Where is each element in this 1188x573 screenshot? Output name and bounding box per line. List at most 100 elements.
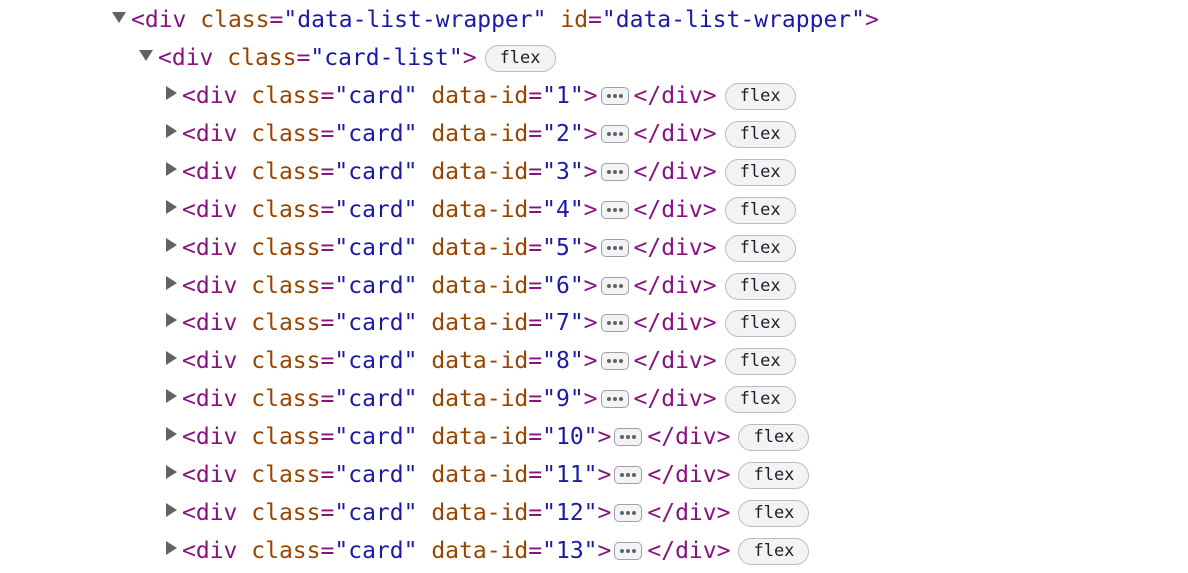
card-node[interactable]: < div class = "card" data-id = "6" > </div> flex — [166, 267, 796, 305]
collapse-triangle-icon[interactable] — [166, 86, 177, 100]
card-node[interactable]: < div class = "card" data-id = "7" > </div> flex — [166, 304, 796, 342]
tag-close: > — [583, 386, 598, 412]
card-node[interactable]: < div class = "card" data-id = "11" > </div> fle… — [166, 456, 810, 494]
data-id-value[interactable]: "6" — [542, 267, 584, 305]
attr-value[interactable]: "card" — [334, 418, 417, 456]
collapse-triangle-icon[interactable] — [166, 238, 177, 252]
flex-badge[interactable]: flex — [724, 385, 796, 413]
closing-tag: </div> — [633, 121, 717, 147]
ellipsis-icon[interactable] — [600, 314, 629, 332]
attr-value[interactable]: "card" — [334, 456, 417, 494]
ellipsis-icon[interactable] — [614, 542, 643, 560]
flex-badge[interactable]: flex — [724, 196, 796, 224]
ellipsis-icon[interactable] — [600, 125, 629, 143]
flex-badge[interactable]: flex — [724, 82, 796, 110]
collapse-triangle-icon[interactable] — [166, 276, 177, 290]
tag-name: div — [195, 273, 238, 299]
card-list-node[interactable]: < div class = "card-list" > flex — [139, 39, 556, 77]
attr-value[interactable]: "card" — [334, 494, 417, 532]
card-node[interactable]: < div class = "card" data-id = "9" > </div> flex — [166, 380, 796, 418]
card-node[interactable]: < div class = "card" data-id = "5" > </div> flex — [166, 229, 796, 267]
collapse-triangle-icon[interactable] — [166, 465, 177, 479]
data-id-value[interactable]: "3" — [542, 153, 584, 191]
tag-close: > — [583, 121, 598, 147]
flex-badge[interactable]: flex — [724, 309, 796, 337]
data-id-value[interactable]: "10" — [542, 418, 597, 456]
card-node[interactable]: < div class = "card" data-id = "12" > </div> fle… — [166, 494, 810, 532]
card-node[interactable]: < div class = "card" data-id = "8" > </div> flex — [166, 342, 796, 380]
tag-open: < — [182, 538, 196, 564]
collapse-triangle-icon[interactable] — [166, 162, 177, 176]
expand-triangle-icon[interactable] — [139, 49, 153, 61]
wrapper-node[interactable]: < div class = "data-list-wrapper" id = "data… — [112, 1, 879, 39]
collapse-triangle-icon[interactable] — [166, 124, 177, 138]
flex-badge[interactable]: flex — [484, 44, 556, 72]
card-node[interactable]: < div class = "card" data-id = "2" > </div> flex — [166, 115, 796, 153]
data-id-value[interactable]: "9" — [542, 380, 584, 418]
attr-value[interactable]: "card" — [334, 77, 417, 115]
tag-close: > — [597, 424, 612, 450]
attr-value[interactable]: "card" — [334, 115, 417, 153]
ellipsis-icon[interactable] — [614, 466, 643, 484]
ellipsis-icon[interactable] — [600, 390, 629, 408]
data-id-value[interactable]: "12" — [542, 494, 597, 532]
attr-value[interactable]: "card" — [334, 342, 417, 380]
attr-value[interactable]: "card" — [334, 153, 417, 191]
tag-name: div — [195, 424, 238, 450]
attr-name: class — [251, 197, 321, 223]
card-node[interactable]: < div class = "card" data-id = "4" > </div> flex — [166, 191, 796, 229]
data-id-value[interactable]: "1" — [542, 77, 584, 115]
card-node[interactable]: < div class = "card" data-id = "10" > </div> fle… — [166, 418, 810, 456]
ellipsis-icon[interactable] — [600, 352, 629, 370]
closing-tag: </div> — [647, 500, 731, 526]
flex-badge[interactable]: flex — [738, 461, 810, 489]
ellipsis-icon[interactable] — [600, 239, 629, 257]
attr-value[interactable]: "card" — [334, 304, 417, 342]
attr-value[interactable]: "card" — [334, 532, 417, 570]
ellipsis-icon[interactable] — [600, 87, 629, 105]
closing-tag: </div> — [633, 273, 717, 299]
attr-value[interactable]: "card-list" — [310, 39, 462, 77]
card-node[interactable]: < div class = "card" data-id = "3" > </div> flex — [166, 153, 796, 191]
attr-value[interactable]: "card" — [334, 191, 417, 229]
ellipsis-icon[interactable] — [614, 504, 643, 522]
ellipsis-icon[interactable] — [614, 428, 643, 446]
card-node[interactable]: < div class = "card" data-id = "13" > </div> fle… — [166, 532, 810, 570]
flex-badge[interactable]: flex — [724, 120, 796, 148]
flex-badge[interactable]: flex — [724, 347, 796, 375]
collapse-triangle-icon[interactable] — [166, 389, 177, 403]
data-id-value[interactable]: "4" — [542, 191, 584, 229]
collapse-triangle-icon[interactable] — [166, 313, 177, 327]
attr-name: data-id — [431, 235, 529, 261]
flex-badge[interactable]: flex — [738, 537, 810, 565]
data-id-value[interactable]: "13" — [542, 532, 597, 570]
data-id-value[interactable]: "2" — [542, 115, 584, 153]
attr-value[interactable]: "data-list-wrapper" — [602, 1, 865, 39]
collapse-triangle-icon[interactable] — [166, 351, 177, 365]
ellipsis-icon[interactable] — [600, 277, 629, 295]
collapse-triangle-icon[interactable] — [166, 541, 177, 555]
data-id-value[interactable]: "8" — [542, 342, 584, 380]
data-id-value[interactable]: "11" — [542, 456, 597, 494]
attr-value[interactable]: "card" — [334, 267, 417, 305]
expand-triangle-icon[interactable] — [112, 11, 126, 23]
ellipsis-icon[interactable] — [600, 163, 629, 181]
card-node[interactable]: < div class = "card" data-id = "1" > </div> flex — [166, 77, 796, 115]
flex-badge[interactable]: flex — [738, 499, 810, 527]
flex-badge[interactable]: flex — [738, 423, 810, 451]
closing-tag: </div> — [633, 159, 717, 185]
data-id-value[interactable]: "5" — [542, 229, 584, 267]
collapse-triangle-icon[interactable] — [166, 427, 177, 441]
attr-name: data-id — [431, 348, 529, 374]
attr-value[interactable]: "data-list-wrapper" — [283, 1, 546, 39]
flex-badge[interactable]: flex — [724, 234, 796, 262]
data-id-value[interactable]: "7" — [542, 304, 584, 342]
attr-name: class — [251, 462, 321, 488]
attr-value[interactable]: "card" — [334, 380, 417, 418]
attr-value[interactable]: "card" — [334, 229, 417, 267]
collapse-triangle-icon[interactable] — [166, 200, 177, 214]
ellipsis-icon[interactable] — [600, 201, 629, 219]
flex-badge[interactable]: flex — [724, 158, 796, 186]
collapse-triangle-icon[interactable] — [166, 503, 177, 517]
flex-badge[interactable]: flex — [724, 272, 796, 300]
